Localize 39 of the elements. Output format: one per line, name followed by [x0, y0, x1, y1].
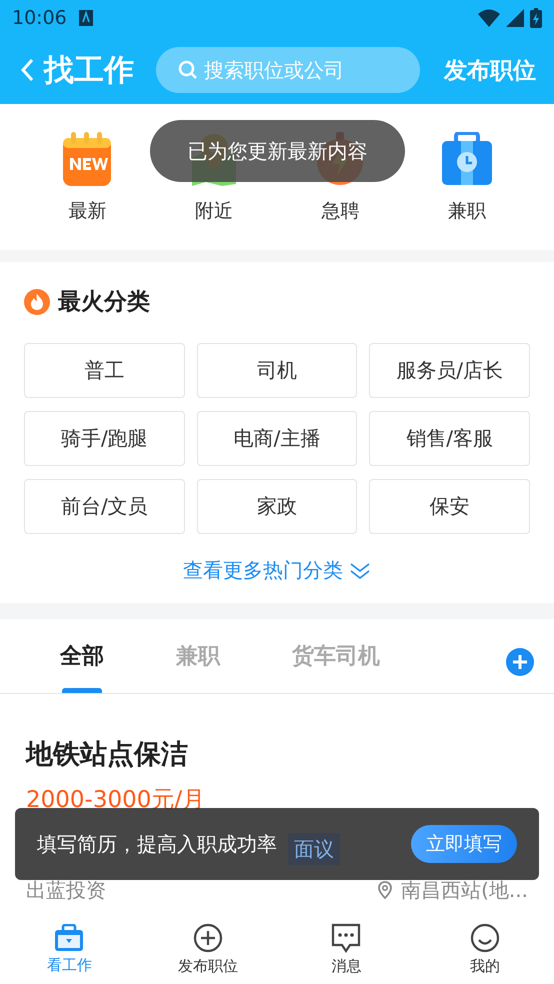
back-icon[interactable]	[20, 58, 34, 82]
status-time: 10:06	[12, 7, 67, 29]
plus-circle-icon	[192, 922, 223, 952]
job-tag: 面议	[288, 833, 340, 865]
category-button[interactable]: 司机	[196, 343, 358, 398]
nav-item[interactable]: 消息	[277, 914, 416, 984]
wifi-icon	[478, 9, 500, 27]
category-button[interactable]: 服务员/店长	[369, 343, 530, 398]
flame-icon	[24, 288, 50, 314]
signal-icon	[506, 9, 524, 27]
category-button[interactable]: 电商/主播	[196, 411, 358, 466]
chevron-down-icon	[349, 560, 371, 580]
battery-icon	[530, 8, 542, 28]
page-title: 找工作	[44, 52, 134, 90]
category-button[interactable]: 前台/文员	[24, 479, 185, 534]
briefcase-clock-icon	[440, 132, 493, 186]
category-button[interactable]: 普工	[24, 343, 185, 398]
calendar-icon	[62, 132, 112, 186]
banner-text: 填写简历，提高入职成功率	[37, 830, 277, 858]
search-field[interactable]: 搜索职位或公司	[156, 47, 420, 93]
job-title: 地铁站点保洁	[26, 738, 189, 772]
category-button[interactable]: 家政	[196, 479, 358, 534]
category-button[interactable]: 骑手/跑腿	[24, 411, 185, 466]
smiley-icon	[470, 922, 500, 952]
company-name: 出蓝投资	[26, 877, 106, 904]
add-icon[interactable]	[506, 648, 534, 676]
job-salary: 2000-3000元/月	[26, 786, 206, 815]
quick-link[interactable]: 最新	[24, 132, 150, 224]
category-button[interactable]: 保安	[369, 479, 530, 534]
category-button[interactable]: 销售/客服	[369, 411, 530, 466]
briefcase-icon	[54, 924, 84, 952]
nav-item[interactable]: 我的	[416, 914, 554, 984]
nav-item[interactable]: 发布职位	[138, 914, 277, 984]
category-tab[interactable]: 全部	[24, 619, 140, 693]
section-title: 最火分类	[58, 288, 150, 317]
quick-link[interactable]: 兼职	[404, 132, 530, 224]
update-toast: 已为您更新最新内容	[150, 120, 405, 182]
job-location: 南昌西站(地...	[401, 877, 528, 904]
chat-icon	[331, 922, 362, 952]
